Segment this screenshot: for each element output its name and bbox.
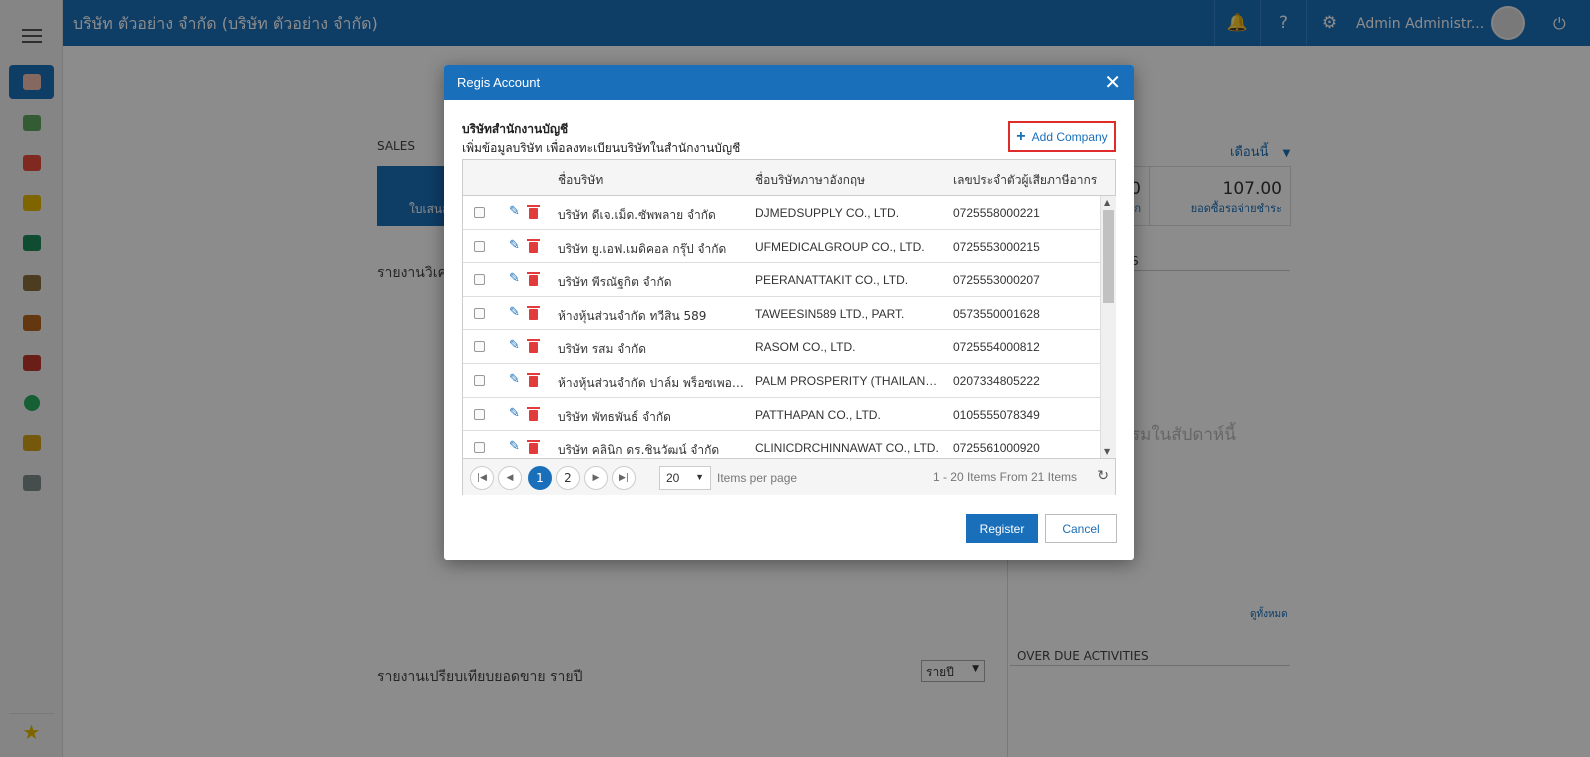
trash-icon[interactable]: [527, 238, 540, 253]
row-checkbox[interactable]: [474, 442, 485, 454]
cell-tax-id: 0725558000221: [953, 206, 1040, 220]
table-row: ✎ บริษัท พีรณัฐกิต จำกัด PEERANATTAKIT C…: [463, 263, 1100, 297]
cell-name-en: PEERANATTAKIT CO., LTD.: [755, 273, 909, 288]
cell-name-en: CLINICDRCHINNAWAT CO., LTD.: [755, 441, 939, 456]
add-company-button[interactable]: + Add Company: [1008, 121, 1116, 152]
cell-tax-id: 0105555078349: [953, 407, 1040, 422]
trash-icon[interactable]: [527, 339, 540, 354]
table-row: ✎ บริษัท รสม จำกัด RASOM CO., LTD. 07255…: [463, 330, 1100, 364]
items-per-page-label: Items per page: [717, 471, 798, 485]
column-header-name-th[interactable]: ชื่อบริษัท: [558, 171, 603, 190]
cell-tax-id: 0725553000207: [953, 273, 1040, 288]
table-row: ✎ ห้างหุ้นส่วนจำกัด ทวีสิน 589 TAWEESIN5…: [463, 297, 1100, 331]
grid-scrollbar[interactable]: ▲ ▼: [1100, 196, 1116, 458]
chevron-down-icon: ▼: [695, 472, 704, 482]
modal-subheading: เพิ่มข้อมูลบริษัท เพื่อลงทะเบียนบริษัทใน…: [462, 141, 741, 155]
cell-name-en: PALM PROSPERITY (THAILAND) L...: [755, 373, 943, 388]
table-row: ✎ บริษัท พัทธพันธ์ จำกัด PATTHAPAN CO., …: [463, 398, 1100, 432]
table-row: ✎ บริษัท ยู.เอฟ.เมดิคอล กรุ๊ป จำกัด UFME…: [463, 230, 1100, 264]
row-checkbox[interactable]: [474, 341, 485, 353]
pencil-icon[interactable]: ✎: [509, 271, 520, 286]
trash-icon[interactable]: [527, 372, 540, 387]
cell-name-th: บริษัท ยู.เอฟ.เมดิคอล กรุ๊ป จำกัด: [558, 241, 727, 256]
cell-tax-id: 0725561000920: [953, 441, 1040, 456]
cell-name-th: บริษัท คลินิก ดร.ชินวัฒน์ จำกัด: [558, 443, 720, 458]
plus-icon: +: [1016, 127, 1026, 145]
table-row: ✎ บริษัท คลินิก ดร.ชินวัฒน์ จำกัด CLINIC…: [463, 431, 1100, 458]
next-page-icon[interactable]: ▶: [584, 466, 608, 490]
page-button-2[interactable]: 2: [556, 466, 580, 490]
add-company-label: Add Company: [1031, 129, 1108, 144]
cell-name-th: ห้างหุ้นส่วนจำกัด ทวีสิน 589: [558, 308, 707, 323]
grid-header: ชื่อบริษัท ชื่อบริษัทภาษาอังกฤษ เลขประจำ…: [463, 160, 1115, 196]
cell-tax-id: 0725554000812: [953, 340, 1040, 355]
pencil-icon[interactable]: ✎: [509, 204, 520, 219]
refresh-icon[interactable]: ↻: [1097, 468, 1109, 484]
cell-name-en: PATTHAPAN CO., LTD.: [755, 407, 881, 422]
modal-heading: บริษัทสำนักงานบัญชี: [462, 122, 569, 136]
last-page-icon[interactable]: ▶|: [612, 466, 636, 490]
trash-icon[interactable]: [527, 205, 540, 219]
column-header-name-en[interactable]: ชื่อบริษัทภาษาอังกฤษ: [755, 171, 865, 190]
cell-name-en: DJMEDSUPPLY CO., LTD.: [755, 206, 900, 220]
pencil-icon[interactable]: ✎: [509, 305, 520, 320]
row-checkbox[interactable]: [474, 408, 485, 420]
cancel-button[interactable]: Cancel: [1045, 514, 1117, 543]
prev-page-icon[interactable]: ◀: [498, 466, 522, 490]
pencil-icon[interactable]: ✎: [509, 406, 520, 421]
modal-header: Regis Account ✕: [444, 65, 1134, 100]
pencil-icon[interactable]: ✎: [509, 238, 520, 253]
row-checkbox[interactable]: [474, 274, 485, 286]
trash-icon[interactable]: [527, 406, 540, 421]
cell-name-en: TAWEESIN589 LTD., PART.: [755, 306, 905, 321]
page-button-1[interactable]: 1: [528, 466, 552, 490]
cell-tax-id: 0725553000215: [953, 239, 1040, 254]
grid-pager: |◀ ◀ 1 2 ▶ ▶| 20 ▼ Items per page 1 - 20…: [463, 458, 1115, 495]
row-checkbox[interactable]: [474, 307, 485, 319]
pager-range-text: 1 - 20 Items From 21 Items: [932, 470, 1077, 484]
cell-name-th: บริษัท ดีเจ.เม็ด.ซัพพลาย จำกัด: [558, 208, 716, 222]
row-checkbox[interactable]: [474, 240, 485, 252]
pencil-icon[interactable]: ✎: [509, 372, 520, 387]
per-page-value: 20: [666, 471, 680, 485]
trash-icon[interactable]: [527, 272, 540, 287]
scroll-down-icon[interactable]: ▼: [1104, 447, 1110, 456]
table-row: ✎ ห้างหุ้นส่วนจำกัด ปาล์ม พร็อซเพอริตี้.…: [463, 364, 1100, 398]
trash-icon[interactable]: [527, 440, 540, 455]
register-button[interactable]: Register: [966, 514, 1038, 543]
pencil-icon[interactable]: ✎: [509, 338, 520, 353]
table-row: ✎ บริษัท ดีเจ.เม็ด.ซัพพลาย จำกัด DJMEDSU…: [463, 196, 1100, 230]
regis-account-modal: Regis Account ✕ บริษัทสำนักงานบัญชี เพิ่…: [444, 65, 1134, 560]
modal-title: Regis Account: [457, 75, 541, 90]
trash-icon[interactable]: [527, 305, 540, 320]
row-checkbox[interactable]: [474, 374, 485, 386]
cell-name-en: RASOM CO., LTD.: [755, 340, 856, 355]
column-header-tax-id[interactable]: เลขประจำตัวผู้เสียภาษีอากร: [953, 171, 1097, 190]
cell-tax-id: 0573550001628: [953, 306, 1040, 321]
company-grid: ชื่อบริษัท ชื่อบริษัทภาษาอังกฤษ เลขประจำ…: [462, 159, 1116, 495]
cell-name-th: บริษัท พีรณัฐกิต จำกัด: [558, 275, 672, 290]
grid-body: ✎ บริษัท ดีเจ.เม็ด.ซัพพลาย จำกัด DJMEDSU…: [463, 196, 1100, 458]
cell-tax-id: 0207334805222: [953, 373, 1040, 388]
cell-name-en: UFMEDICALGROUP CO., LTD.: [755, 239, 925, 254]
pencil-icon[interactable]: ✎: [509, 439, 520, 454]
row-checkbox[interactable]: [474, 207, 485, 218]
per-page-select[interactable]: 20 ▼: [659, 466, 711, 490]
scroll-up-icon[interactable]: ▲: [1104, 198, 1110, 207]
scrollbar-thumb[interactable]: [1103, 210, 1114, 303]
close-icon[interactable]: ✕: [1104, 70, 1121, 94]
cell-name-th: บริษัท รสม จำกัด: [558, 342, 647, 357]
first-page-icon[interactable]: |◀: [470, 466, 494, 490]
cell-name-th: ห้างหุ้นส่วนจำกัด ปาล์ม พร็อซเพอริตี้...: [558, 375, 748, 390]
cell-name-th: บริษัท พัทธพันธ์ จำกัด: [558, 409, 671, 424]
